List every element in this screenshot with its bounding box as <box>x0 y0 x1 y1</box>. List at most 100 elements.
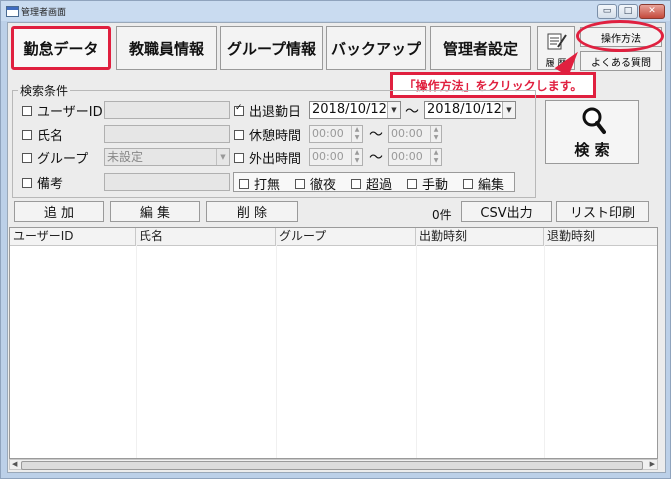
search-button-label: 検 索 <box>574 141 610 159</box>
flag-label: 打無 <box>254 178 281 193</box>
flag-checkbox-overtime[interactable]: 超過 <box>351 174 392 193</box>
date-to-value: 2018/10/12 <box>427 102 502 117</box>
column-header-group[interactable]: グループ <box>276 228 416 245</box>
checkbox-box[interactable] <box>22 177 32 188</box>
checkbox-box[interactable] <box>295 178 305 189</box>
title-bar[interactable]: 管理者画面 ▭ □ ✕ <box>1 1 670 21</box>
checkbox-box[interactable] <box>22 105 32 116</box>
notepad-pencil-icon <box>547 33 567 50</box>
rest-time-from[interactable]: 00:00 ▲ ▼ <box>309 125 363 143</box>
highlight-ellipse <box>576 20 664 52</box>
flag-checkbox-overnight[interactable]: 徹夜 <box>295 174 336 193</box>
spinner-arrows-icon[interactable]: ▲ ▼ <box>430 149 441 165</box>
tab-group-info[interactable]: グループ情報 <box>220 26 323 70</box>
group-checkbox[interactable]: グループ <box>22 148 88 167</box>
rest-time-from-value: 00:00 <box>312 127 344 140</box>
outing-time-from-value: 00:00 <box>312 150 344 163</box>
column-divider <box>544 245 545 458</box>
memo-checkbox[interactable]: 備考 <box>22 173 63 192</box>
rest-time-tilde: ～ <box>369 127 383 143</box>
checkbox-box[interactable] <box>407 178 417 189</box>
scroll-right-icon[interactable]: ▶ <box>650 460 655 469</box>
outing-time-tilde: ～ <box>369 150 383 166</box>
outing-time-label: 外出時間 <box>249 152 302 167</box>
flag-checkbox-edited[interactable]: 編集 <box>463 174 504 193</box>
scroll-left-icon[interactable]: ◀ <box>12 460 17 469</box>
delete-button[interactable]: 削 除 <box>206 201 298 222</box>
date-from-picker[interactable]: 2018/10/12 ▼ <box>309 101 401 119</box>
attendance-date-checkbox[interactable]: 出退勤日 <box>234 101 301 120</box>
horizontal-scrollbar[interactable]: ◀ ▶ <box>9 459 658 470</box>
flag-label: 超過 <box>366 178 393 193</box>
name-input[interactable] <box>104 125 230 143</box>
scrollbar-thumb[interactable] <box>21 461 643 470</box>
rest-time-to[interactable]: 00:00 ▲ ▼ <box>388 125 442 143</box>
checkbox-box-checked[interactable] <box>234 103 244 116</box>
tab-backup[interactable]: バックアップ <box>326 26 426 70</box>
search-conditions-label: 検索条件 <box>18 82 71 99</box>
spinner-arrows-icon[interactable]: ▲ ▼ <box>430 126 441 142</box>
window-title: 管理者画面 <box>21 8 67 18</box>
minimize-button[interactable]: ▭ <box>597 4 617 19</box>
column-header-user-id[interactable]: ユーザーID <box>10 228 136 245</box>
user-id-input[interactable] <box>104 101 230 119</box>
tab-admin-settings[interactable]: 管理者設定 <box>430 26 531 70</box>
tab-attendance-data[interactable]: 勤怠データ <box>11 26 111 70</box>
checkbox-box[interactable] <box>463 178 473 189</box>
date-from-value: 2018/10/12 <box>312 102 387 117</box>
magnifier-icon <box>582 107 606 134</box>
checkbox-box[interactable] <box>351 178 361 189</box>
user-id-label: ユーザーID <box>37 105 103 120</box>
group-field-label: グループ <box>37 152 89 167</box>
search-button[interactable]: 検 索 <box>545 100 639 164</box>
checkbox-box[interactable] <box>239 178 249 189</box>
record-count: 0件 <box>432 208 452 222</box>
flag-label: 手動 <box>422 178 449 193</box>
checkbox-box[interactable] <box>22 129 32 140</box>
column-divider <box>136 245 137 458</box>
column-header-name[interactable]: 氏名 <box>136 228 276 245</box>
user-id-checkbox[interactable]: ユーザーID <box>22 101 103 120</box>
spinner-arrows-icon[interactable]: ▲ ▼ <box>351 149 362 165</box>
maximize-button[interactable]: □ <box>618 4 638 19</box>
column-header-clock-in[interactable]: 出勤時刻 <box>416 228 544 245</box>
rest-time-label: 休憩時間 <box>249 129 302 144</box>
csv-export-button[interactable]: CSV出力 <box>461 201 552 222</box>
outing-time-from[interactable]: 00:00 ▲ ▼ <box>309 148 363 166</box>
flag-checkbox-no-punch[interactable]: 打無 <box>239 174 280 193</box>
outing-time-to-value: 00:00 <box>391 150 423 163</box>
date-range-tilde: ～ <box>405 104 419 120</box>
print-list-button[interactable]: リスト印刷 <box>556 201 649 222</box>
group-select[interactable]: 未設定 ▼ <box>104 148 230 166</box>
results-table[interactable]: ユーザーID 氏名 グループ 出勤時刻 退勤時刻 <box>9 227 658 459</box>
edit-button[interactable]: 編 集 <box>110 201 200 222</box>
close-button[interactable]: ✕ <box>639 4 665 19</box>
column-header-clock-out[interactable]: 退勤時刻 <box>544 228 657 245</box>
chevron-down-icon[interactable]: ▼ <box>387 102 400 118</box>
name-checkbox[interactable]: 氏名 <box>22 125 63 144</box>
outing-time-checkbox[interactable]: 外出時間 <box>234 148 301 167</box>
flag-checkbox-manual[interactable]: 手動 <box>407 174 448 193</box>
chevron-down-icon[interactable]: ▼ <box>502 102 515 118</box>
table-header: ユーザーID 氏名 グループ 出勤時刻 退勤時刻 <box>10 228 657 246</box>
name-label: 氏名 <box>37 129 64 144</box>
flag-label: 徹夜 <box>310 178 337 193</box>
faq-button[interactable]: よくある質問 <box>580 51 662 71</box>
outing-time-to[interactable]: 00:00 ▲ ▼ <box>388 148 442 166</box>
flag-label: 編集 <box>478 178 505 193</box>
group-select-value: 未設定 <box>107 150 144 164</box>
rest-time-checkbox[interactable]: 休憩時間 <box>234 125 301 144</box>
rest-time-to-value: 00:00 <box>391 127 423 140</box>
add-button[interactable]: 追 加 <box>14 201 104 222</box>
spinner-arrows-icon[interactable]: ▲ ▼ <box>351 126 362 142</box>
tab-staff-info[interactable]: 教職員情報 <box>116 26 217 70</box>
column-divider <box>276 245 277 458</box>
attendance-date-label: 出退勤日 <box>249 105 302 120</box>
column-divider <box>416 245 417 458</box>
checkbox-box[interactable] <box>234 152 244 163</box>
checkbox-box[interactable] <box>22 152 32 163</box>
checkbox-box[interactable] <box>234 129 244 140</box>
date-to-picker[interactable]: 2018/10/12 ▼ <box>424 101 516 119</box>
chevron-down-icon[interactable]: ▼ <box>216 149 229 165</box>
memo-input[interactable] <box>104 173 230 191</box>
